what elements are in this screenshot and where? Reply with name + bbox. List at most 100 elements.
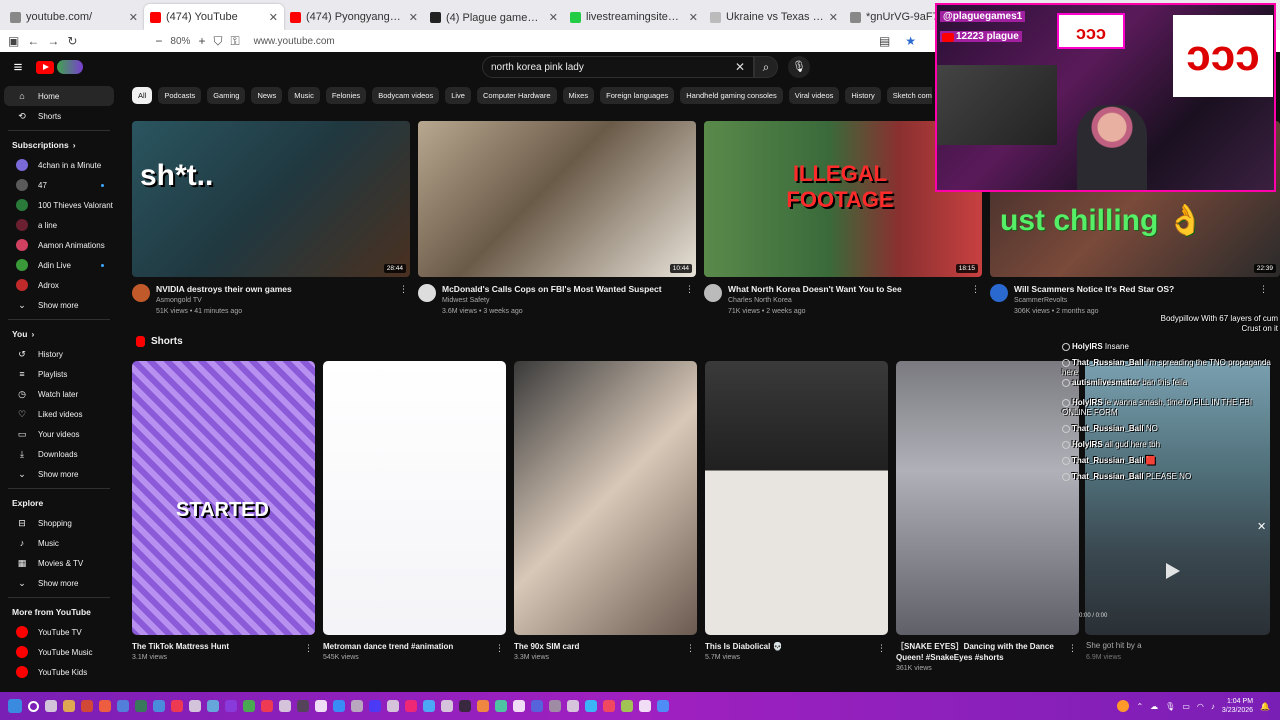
more-options-icon[interactable]: ⋮ <box>969 284 982 317</box>
short-title[interactable]: ［SNAKE EYES］Dancing with the Dance Queen… <box>896 641 1079 663</box>
address-bar[interactable]: www.youtube.com <box>248 32 868 50</box>
reload-icon[interactable]: ↻ <box>67 34 77 48</box>
taskbar-app-icon[interactable] <box>189 700 201 712</box>
tab-close-icon[interactable]: ✕ <box>829 11 838 24</box>
taskbar-app-icon[interactable] <box>405 700 417 712</box>
tab-close-icon[interactable]: ✕ <box>549 11 558 24</box>
taskbar-app-icon[interactable] <box>261 700 273 712</box>
sidebar-item-home[interactable]: ⌂ Home <box>4 86 114 106</box>
more-options-icon[interactable]: ⋮ <box>304 643 313 654</box>
voice-search-icon[interactable]: 🎙 <box>788 56 810 78</box>
search-icon[interactable] <box>28 700 39 712</box>
video-thumbnail[interactable]: sh*t.. 28:44 <box>132 121 410 277</box>
bookmark-star-icon[interactable]: ★ <box>902 34 920 48</box>
taskbar-app-icon[interactable] <box>171 700 183 712</box>
sidebar-item-shorts[interactable]: ⟲ Shorts <box>4 106 114 126</box>
wifi-icon[interactable]: ◠ <box>1197 702 1204 711</box>
short-title[interactable]: Metroman dance trend #animation <box>323 641 506 652</box>
sidebar-item-history[interactable]: ↺ History <box>4 344 114 364</box>
zoom-in-icon[interactable]: + <box>198 34 205 48</box>
chip-history[interactable]: History <box>845 87 881 104</box>
microphone-icon[interactable]: 🎙 <box>1165 702 1175 711</box>
tray-app-icon[interactable] <box>1117 700 1130 712</box>
chevron-up-icon[interactable]: ⌃ <box>1136 702 1143 711</box>
video-title[interactable]: What North Korea Doesn't Want You to See <box>728 284 902 295</box>
more-options-icon[interactable]: ⋮ <box>877 643 886 654</box>
close-icon[interactable]: ✕ <box>1257 520 1266 533</box>
clock[interactable]: 1:04 PM 3/23/2026 <box>1222 697 1253 715</box>
chip-podcasts[interactable]: Podcasts <box>158 87 202 104</box>
back-icon[interactable]: ← <box>27 34 39 48</box>
sidebar-item-youtube-app[interactable]: YouTube Kids <box>4 662 114 682</box>
more-options-icon[interactable]: ⋮ <box>683 284 696 317</box>
channel-avatar[interactable] <box>132 284 150 302</box>
taskbar-app-icon[interactable] <box>225 700 237 712</box>
site-info-icon[interactable]: ⚿ <box>230 34 239 49</box>
chip-viral-videos[interactable]: Viral videos <box>788 87 840 104</box>
short-thumbnail[interactable]: STARTED <box>132 361 315 635</box>
notification-bell-icon[interactable]: 🔔 <box>1260 702 1270 711</box>
channel-avatar[interactable] <box>418 284 436 302</box>
short-title[interactable]: This Is Diabolical 💀 <box>705 641 888 652</box>
subscription-item[interactable]: 47 <box>4 175 114 195</box>
taskbar-app-icon[interactable] <box>333 700 345 712</box>
search-button[interactable]: ⌕ <box>754 56 778 78</box>
short-card[interactable]: This Is Diabolical 💀 5.7M views ⋮ <box>705 361 888 663</box>
sidebar-item-downloads[interactable]: ⤓ Downloads <box>4 444 114 464</box>
short-thumbnail[interactable] <box>896 361 1079 635</box>
more-options-icon[interactable]: ⋮ <box>1068 643 1077 654</box>
short-thumbnail[interactable] <box>323 361 506 635</box>
play-icon[interactable] <box>1166 563 1180 579</box>
chip-news[interactable]: News <box>251 87 283 104</box>
subscription-item[interactable]: Adrox <box>4 275 114 295</box>
short-card[interactable]: The 90x SIM card 3.3M views ⋮ <box>514 361 697 663</box>
taskbar-app-icon[interactable] <box>441 700 453 712</box>
channel-name[interactable]: ScammerRevolts <box>1014 295 1174 306</box>
taskbar-app-icon[interactable] <box>117 700 129 712</box>
taskbar-app-icon[interactable] <box>585 700 597 712</box>
subscription-item[interactable]: a line <box>4 215 114 235</box>
short-thumbnail[interactable] <box>705 361 888 635</box>
sidebar-item-shopping[interactable]: ⊟ Shopping <box>4 513 114 533</box>
sidebar-toggle-icon[interactable]: ▣ <box>8 34 19 48</box>
subscription-item[interactable]: 100 Thieves Valorant <box>4 195 114 215</box>
short-thumbnail[interactable] <box>514 361 697 635</box>
taskbar-app-icon[interactable] <box>315 700 327 712</box>
more-options-icon[interactable]: ⋮ <box>495 643 504 654</box>
short-title[interactable]: The 90x SIM card <box>514 641 697 652</box>
show-more-button[interactable]: ⌄ Show more <box>4 464 114 484</box>
start-icon[interactable] <box>8 699 22 713</box>
sidebar-item-watch-later[interactable]: ◷ Watch later <box>4 384 114 404</box>
channel-name[interactable]: Asmongold TV <box>156 295 292 306</box>
short-card[interactable]: Metroman dance trend #animation 545K view… <box>323 361 506 663</box>
reader-icon[interactable]: ▤ <box>876 34 894 48</box>
chip-music[interactable]: Music <box>288 87 320 104</box>
taskbar-app-icon[interactable] <box>387 700 399 712</box>
channel-name[interactable]: Charles North Korea <box>728 295 902 306</box>
taskbar-app-icon[interactable] <box>135 700 147 712</box>
sidebar-item-music[interactable]: ♪ Music <box>4 533 114 553</box>
taskbar-app-icon[interactable] <box>567 700 579 712</box>
tab-close-icon[interactable]: ✕ <box>129 11 138 24</box>
menu-icon[interactable]: ≡ <box>0 59 36 76</box>
taskbar-app-icon[interactable] <box>621 700 633 712</box>
sidebar-item-liked-videos[interactable]: ♡ Liked videos <box>4 404 114 424</box>
clear-search-icon[interactable]: ✕ <box>735 60 745 74</box>
video-title[interactable]: NVIDIA destroys their own games <box>156 284 292 295</box>
subscriptions-heading[interactable]: Subscriptions › <box>0 135 118 155</box>
taskbar-app-icon[interactable] <box>279 700 291 712</box>
browser-tab[interactable]: (474) YouTube ✕ <box>144 4 284 30</box>
short-card[interactable]: ［SNAKE EYES］Dancing with the Dance Queen… <box>896 361 1079 674</box>
taskbar-app-icon[interactable] <box>657 700 669 712</box>
tab-close-icon[interactable]: ✕ <box>409 11 418 24</box>
video-title[interactable]: McDonald's Calls Cops on FBI's Most Want… <box>442 284 662 295</box>
youtube-logo[interactable] <box>36 60 83 74</box>
chip-computer-hardware[interactable]: Computer Hardware <box>476 87 557 104</box>
video-card[interactable]: 10:44 McDonald's Calls Cops on FBI's Most… <box>418 121 696 317</box>
volume-icon[interactable]: ♪ <box>1211 702 1215 711</box>
subscription-item[interactable]: Adin Live <box>4 255 114 275</box>
short-title[interactable]: The TikTok Mattress Hunt <box>132 641 315 652</box>
search-input[interactable]: north korea pink lady <box>482 56 754 78</box>
sidebar-item-movies-tv[interactable]: ▦ Movies & TV <box>4 553 114 573</box>
taskbar-app-icon[interactable] <box>351 700 363 712</box>
